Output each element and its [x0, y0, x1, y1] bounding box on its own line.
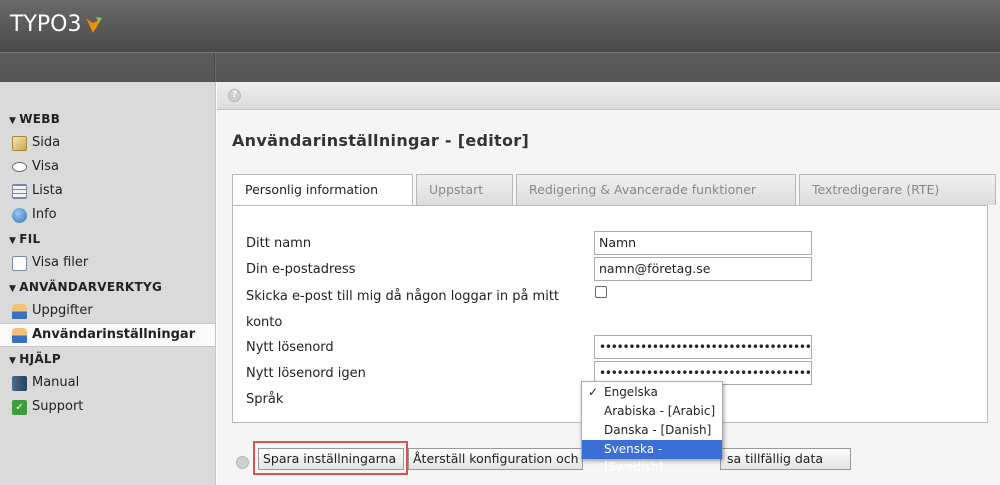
name-label: Ditt namn [246, 236, 312, 251]
module-manual[interactable]: Manual [0, 371, 215, 395]
name-field[interactable]: Namn [594, 231, 812, 255]
module-lista[interactable]: Lista [0, 179, 215, 203]
collapse-triangle-icon: ▼ [9, 116, 17, 126]
list-icon [12, 183, 27, 199]
checkmark-icon: ✓ [588, 385, 599, 399]
language-option-svenska[interactable]: Svenska - [Swedish] [582, 440, 722, 474]
toolbar-divider [214, 53, 216, 83]
language-option-arabiska[interactable]: Arabiska - [Arabic] [582, 402, 722, 421]
email-field[interactable]: namn@företag.se [594, 257, 812, 281]
section-title: WEBB [19, 112, 61, 126]
section-fil[interactable]: ▼ FIL [0, 227, 215, 251]
language-option-engelska[interactable]: ✓ Engelska [582, 383, 722, 402]
module-label: Support [32, 399, 84, 414]
module-menu: ▼ WEBB Sida Visa Lista Info ▼ FIL Visa fil… [0, 82, 216, 485]
module-visa[interactable]: Visa [0, 155, 215, 179]
help-icon[interactable]: ? [228, 89, 241, 102]
typo3-logo[interactable]: TYPO3 [10, 12, 104, 37]
tab-personlig-information[interactable]: Personlig information [232, 174, 413, 206]
page-icon [12, 135, 27, 151]
clear-temp-data-button[interactable]: sa tillfällig data [720, 448, 851, 470]
section-hjalp[interactable]: ▼ HJÄLP [0, 347, 215, 371]
user-icon [12, 303, 27, 319]
module-label: Användarinställningar [32, 327, 196, 342]
notify-label-cont: konto [246, 315, 283, 330]
option-label: Svenska - [Swedish] [604, 442, 663, 474]
option-label: Arabiska - [Arabic] [604, 404, 716, 418]
toolbar-strip [0, 52, 1000, 83]
section-title: ANVÄNDARVERKTYG [19, 280, 163, 294]
module-sida[interactable]: Sida [0, 131, 215, 155]
collapse-triangle-icon: ▼ [9, 284, 17, 294]
typo3-logo-icon [86, 16, 103, 33]
module-label: Info [32, 207, 57, 222]
tab-redigering[interactable]: Redigering & Avancerade funktioner [516, 174, 796, 205]
notify-checkbox[interactable] [595, 286, 607, 298]
logo-text: TYPO3 [10, 12, 82, 37]
collapse-triangle-icon: ▼ [9, 236, 17, 246]
section-webb[interactable]: ▼ WEBB [0, 107, 215, 131]
notify-label: Skicka e-post till mig då någon loggar i… [246, 289, 560, 304]
module-label: Visa [32, 159, 59, 174]
section-anvandarverktyg[interactable]: ▼ ANVÄNDARVERKTYG [0, 275, 215, 299]
tab-textredigerare[interactable]: Textredigerare (RTE) [799, 174, 996, 205]
email-label: Din e-postadress [246, 262, 356, 277]
password-label: Nytt lösenord [246, 340, 334, 355]
settings-tabs: Personlig information Uppstart Redigerin… [232, 174, 999, 206]
tab-uppstart[interactable]: Uppstart [416, 174, 513, 205]
module-label: Lista [32, 183, 63, 198]
help-icon[interactable] [236, 456, 249, 469]
section-title: FIL [19, 232, 41, 246]
module-support[interactable]: ✓ Support [0, 395, 215, 419]
page-title: Användarinställningar - [editor] [232, 131, 530, 150]
module-label: Uppgifter [32, 303, 93, 318]
eye-icon [12, 162, 27, 172]
info-icon [12, 207, 27, 223]
language-select-dropdown[interactable]: ✓ Engelska Arabiska - [Arabic] Danska - [… [581, 381, 723, 474]
top-bar: TYPO3 [0, 0, 1000, 52]
reset-configuration-button[interactable]: Återställ konfiguration och [408, 448, 583, 470]
section-title: HJÄLP [19, 352, 61, 366]
module-uppgifter[interactable]: Uppgifter [0, 299, 215, 323]
module-info[interactable]: Info [0, 203, 215, 227]
highlight-outline [253, 441, 408, 475]
module-anvandarinstallningar[interactable]: Användarinställningar [0, 323, 215, 347]
user-icon [12, 327, 27, 343]
book-icon [12, 375, 27, 391]
password-field[interactable]: •••••••••••••••••••••••••••••••••••• [594, 335, 812, 359]
module-label: Sida [32, 135, 61, 150]
folder-icon [12, 255, 27, 271]
option-label: Danska - [Danish] [604, 423, 712, 437]
doc-header: ? [217, 82, 1000, 110]
collapse-triangle-icon: ▼ [9, 356, 17, 366]
support-icon: ✓ [12, 399, 27, 415]
option-label: Engelska [604, 385, 658, 399]
module-visa-filer[interactable]: Visa filer [0, 251, 215, 275]
language-label: Språk [246, 392, 284, 407]
language-option-danska[interactable]: Danska - [Danish] [582, 421, 722, 440]
module-label: Manual [32, 375, 80, 390]
password-again-label: Nytt lösenord igen [246, 366, 366, 381]
module-label: Visa filer [32, 255, 89, 270]
